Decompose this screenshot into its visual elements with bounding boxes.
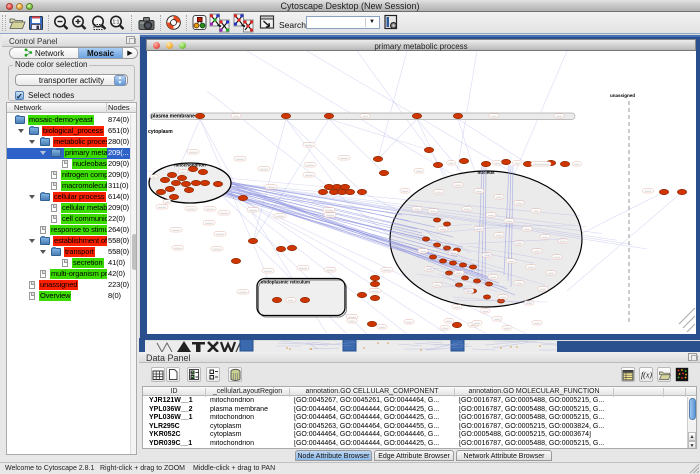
svg-text:1:1: 1:1: [113, 20, 120, 26]
svg-text:plasma membrane: plasma membrane: [151, 114, 195, 120]
svg-text:f(x): f(x): [641, 371, 652, 380]
svg-text:cytoplasm: cytoplasm: [148, 129, 173, 135]
svg-text:endoplasmic reticulum: endoplasmic reticulum: [261, 280, 310, 285]
svg-text:unassigned: unassigned: [610, 93, 635, 98]
